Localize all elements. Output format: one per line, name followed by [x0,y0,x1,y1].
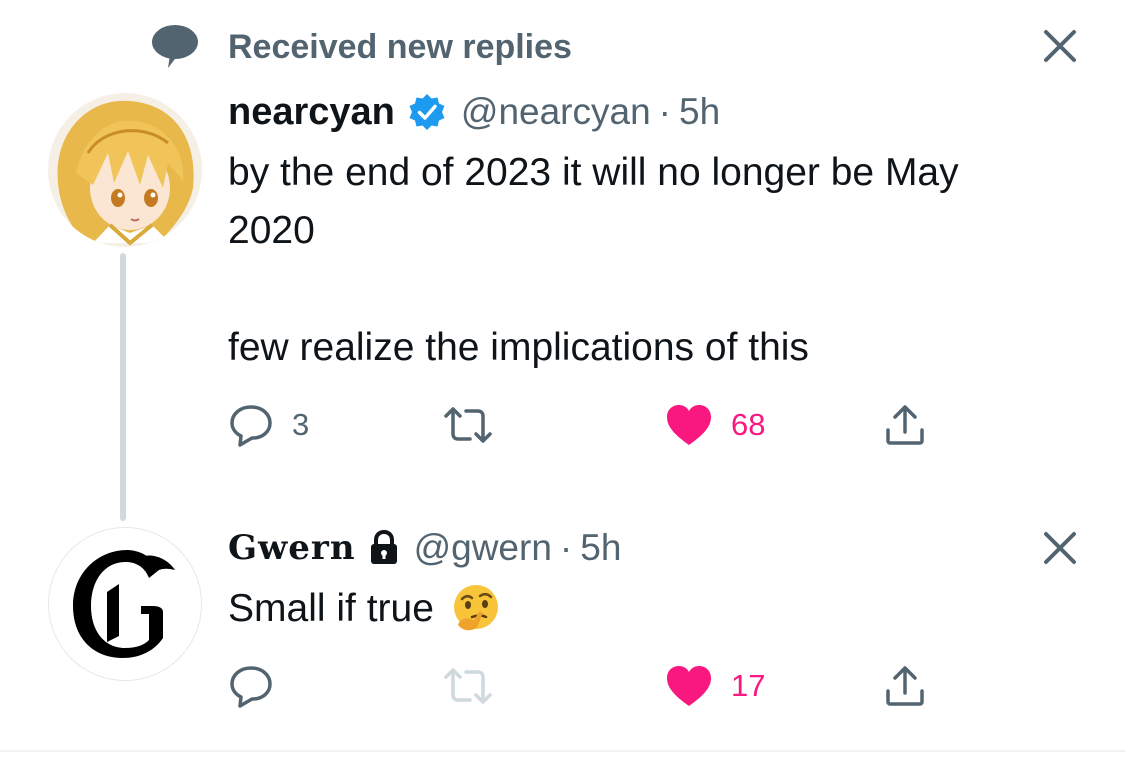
avatar-nearcyan[interactable] [48,93,202,247]
retweet-icon [444,407,492,443]
reply-button[interactable]: 3 [228,400,309,450]
verified-badge-icon [409,94,445,130]
reply-icon [230,666,272,708]
tweet-text-line1: by the end of 2023 it will no longer be … [228,151,959,252]
timestamp[interactable]: 5h [580,527,621,569]
reply-text: Small if true [228,587,434,630]
reply-button[interactable] [228,661,292,711]
heart-filled-icon [667,666,711,706]
user-handle[interactable]: @gwern [414,527,552,569]
share-button[interactable] [882,661,928,711]
heart-filled-icon [667,405,711,445]
retweet-button-disabled [440,661,514,711]
share-icon [886,666,924,706]
close-notification-button[interactable] [1038,24,1082,68]
like-count: 17 [731,668,766,703]
thinking-face-emoji-icon [453,585,498,631]
display-name[interactable]: nearcyan [228,91,395,134]
reply-text-row: Small if true [228,580,1048,638]
notification-title: Received new replies [228,28,572,66]
timestamp[interactable]: 5h [679,91,720,133]
lock-icon [370,530,397,564]
avatar-gwern[interactable] [48,527,202,681]
speech-bubble-icon [150,22,200,72]
bottom-divider [0,750,1125,752]
like-button[interactable]: 17 [665,661,765,711]
reply-header: Gwern @gwern · 5h [228,525,621,571]
retweet-button[interactable] [440,400,514,450]
close-icon [1044,30,1076,62]
reply-count: 3 [292,407,310,442]
user-handle[interactable]: @nearcyan [461,91,651,133]
share-button[interactable] [882,400,928,450]
close-icon [1044,532,1076,564]
close-reply-button[interactable] [1038,526,1082,570]
tweet-text-line2: few realize the implications of this [228,326,809,369]
retweet-icon [444,668,492,704]
separator-dot: · [559,527,573,568]
like-button[interactable]: 68 [665,400,765,450]
reply-icon [230,405,272,447]
like-count: 68 [731,407,766,442]
tweet-header: nearcyan @nearcyan · 5h [228,89,720,135]
display-name[interactable]: Gwern [228,528,356,568]
separator-dot: · [658,91,671,132]
share-icon [886,405,924,445]
thread-connector-line [120,253,126,521]
